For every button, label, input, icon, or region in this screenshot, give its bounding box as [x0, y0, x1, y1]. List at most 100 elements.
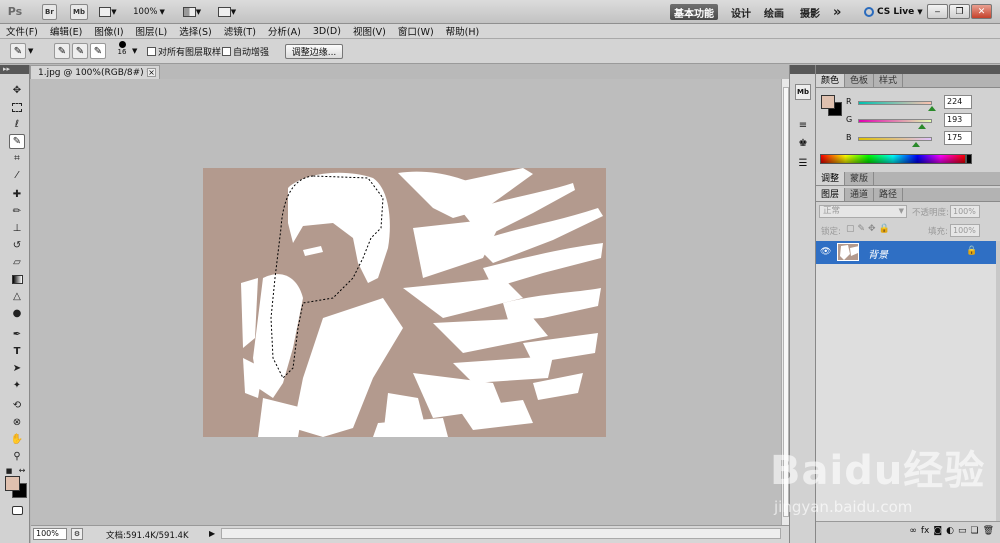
- restore-button[interactable]: ❐: [949, 4, 970, 19]
- lasso-tool-icon[interactable]: ℓ: [9, 117, 25, 132]
- menu-help[interactable]: 帮助(H): [440, 24, 486, 38]
- mini-bridge-panel-icon[interactable]: Mb: [795, 84, 811, 100]
- blend-mode-dropdown[interactable]: 正常 ▼: [819, 205, 907, 218]
- status-menu-arrow-icon[interactable]: ▶: [209, 529, 215, 538]
- blue-track[interactable]: [858, 137, 932, 141]
- tab-layers[interactable]: 图层: [816, 188, 846, 201]
- workspace-painting[interactable]: 绘画: [764, 4, 784, 20]
- menu-file[interactable]: 文件(F): [0, 24, 44, 38]
- green-track[interactable]: [858, 119, 932, 123]
- auto-enhance-box[interactable]: [222, 46, 231, 56]
- menu-3d[interactable]: 3D(D): [307, 26, 347, 37]
- fill-field[interactable]: 100%: [950, 224, 980, 237]
- canvas-area[interactable]: [31, 79, 781, 525]
- workspace-design[interactable]: 设计: [731, 4, 751, 20]
- menu-image[interactable]: 图像(I): [88, 24, 129, 38]
- delete-layer-icon[interactable]: 🗑: [983, 526, 994, 536]
- close-button[interactable]: ✕: [971, 4, 992, 19]
- quick-selection-tool-icon[interactable]: ✎: [9, 134, 25, 149]
- refine-edge-button[interactable]: 调整边缘...: [285, 44, 343, 59]
- new-selection-icon[interactable]: ✎: [54, 43, 70, 59]
- status-zoom-field[interactable]: 100%: [33, 528, 67, 540]
- green-value-field[interactable]: 193: [944, 113, 972, 127]
- zoom-tool-icon[interactable]: ⚲: [9, 449, 25, 464]
- eraser-tool-icon[interactable]: ▱: [9, 255, 25, 270]
- foreground-color-swatch[interactable]: [5, 476, 20, 491]
- adjustment-layer-icon[interactable]: ◐: [946, 526, 954, 536]
- menu-view[interactable]: 视图(V): [347, 24, 392, 38]
- zoom-level-dropdown[interactable]: 100% ▼: [133, 4, 165, 20]
- blue-slider[interactable]: B 175: [846, 131, 996, 147]
- document-close-icon[interactable]: ×: [147, 68, 156, 77]
- history-brush-tool-icon[interactable]: ↺: [9, 238, 25, 253]
- red-knob[interactable]: [928, 106, 936, 111]
- minimize-button[interactable]: ‒: [927, 4, 948, 19]
- spectrum-black-swatch[interactable]: [966, 154, 972, 164]
- clone-stamp-tool-icon[interactable]: ⊥: [9, 221, 25, 236]
- move-tool-icon[interactable]: ✥: [9, 83, 25, 98]
- sample-all-layers-checkbox[interactable]: 对所有图层取样: [147, 43, 221, 59]
- workspace-photography[interactable]: 摄影: [800, 4, 820, 20]
- crop-tool-icon[interactable]: ⌗: [9, 151, 25, 166]
- tab-masks[interactable]: 蒙版: [845, 172, 875, 185]
- clone-source-icon[interactable]: ♚: [795, 135, 811, 151]
- layer-style-icon[interactable]: fx: [921, 526, 930, 536]
- tab-color[interactable]: 颜色: [816, 74, 846, 87]
- path-selection-tool-icon[interactable]: ➤: [9, 361, 25, 376]
- menu-window[interactable]: 窗口(W): [392, 24, 440, 38]
- green-knob[interactable]: [918, 124, 926, 129]
- new-layer-icon[interactable]: ❏: [970, 526, 978, 536]
- healing-brush-tool-icon[interactable]: ✚: [9, 187, 25, 202]
- tab-styles[interactable]: 样式: [874, 74, 904, 87]
- gradient-tool-icon[interactable]: [9, 272, 25, 287]
- document-image[interactable]: [203, 168, 606, 437]
- new-group-icon[interactable]: ▭: [958, 526, 967, 536]
- color-spectrum-bar[interactable]: [820, 154, 966, 164]
- dock-collapse-bar[interactable]: [790, 65, 815, 74]
- color-panel-foreground-swatch[interactable]: [821, 95, 835, 109]
- brush-picker-arrow-icon[interactable]: ▼: [132, 43, 137, 59]
- type-tool-icon[interactable]: T: [9, 344, 25, 359]
- 3d-rotate-tool-icon[interactable]: ⟲: [9, 398, 25, 413]
- horizontal-scrollbar[interactable]: [221, 528, 781, 539]
- document-tab[interactable]: 1.jpg @ 100%(RGB/8#) * ×: [30, 65, 160, 79]
- lock-icons[interactable]: ▢✎✥🔒: [846, 224, 893, 234]
- hand-tool-icon[interactable]: ✋: [9, 432, 25, 447]
- tab-channels[interactable]: 通道: [845, 188, 875, 201]
- tab-swatches[interactable]: 色板: [845, 74, 875, 87]
- panel-collapse-bar[interactable]: [816, 65, 1000, 74]
- 3d-orbit-tool-icon[interactable]: ⊗: [9, 415, 25, 430]
- menu-analysis[interactable]: 分析(A): [262, 24, 307, 38]
- brush-tool-icon[interactable]: ✏: [9, 204, 25, 219]
- add-mask-icon[interactable]: ◙: [933, 526, 942, 536]
- menu-select[interactable]: 选择(S): [173, 24, 217, 38]
- shape-tool-icon[interactable]: ✦: [9, 378, 25, 393]
- sample-all-layers-box[interactable]: [147, 46, 156, 56]
- quick-mask-icon[interactable]: [9, 503, 25, 518]
- opacity-field[interactable]: 100%: [950, 205, 980, 218]
- bridge-button[interactable]: Br: [42, 4, 57, 20]
- status-export-icon[interactable]: ⚙: [71, 528, 83, 540]
- menu-edit[interactable]: 编辑(E): [44, 24, 88, 38]
- add-to-selection-icon[interactable]: ✎: [72, 43, 88, 59]
- tools-panel-header[interactable]: ▸▸: [0, 65, 29, 74]
- arrange-documents-button[interactable]: ▼: [180, 4, 204, 20]
- menu-filter[interactable]: 滤镜(T): [218, 24, 262, 38]
- layers-scrollbar[interactable]: [996, 241, 1000, 521]
- mini-bridge-button[interactable]: Mb: [70, 4, 88, 20]
- blue-knob[interactable]: [912, 142, 920, 147]
- view-extras-button[interactable]: ▼: [96, 4, 120, 20]
- more-workspaces-button[interactable]: »: [833, 4, 841, 20]
- tab-adjustments[interactable]: 调整: [816, 172, 846, 185]
- cs-live-button[interactable]: CS Live ▼: [864, 4, 923, 20]
- blue-value-field[interactable]: 175: [944, 131, 972, 145]
- dodge-tool-icon[interactable]: ●: [9, 306, 25, 321]
- red-slider[interactable]: R 224: [846, 95, 996, 111]
- eyedropper-tool-icon[interactable]: ⁄: [9, 168, 25, 183]
- menu-layer[interactable]: 图层(L): [130, 24, 174, 38]
- layer-visibility-eye-icon[interactable]: 👁: [820, 247, 831, 257]
- subtract-from-selection-icon[interactable]: ✎: [90, 43, 106, 59]
- vertical-scrollbar[interactable]: [781, 79, 789, 525]
- marquee-tool-icon[interactable]: [9, 100, 25, 115]
- tool-preset-picker[interactable]: ✎ ▼: [10, 43, 33, 59]
